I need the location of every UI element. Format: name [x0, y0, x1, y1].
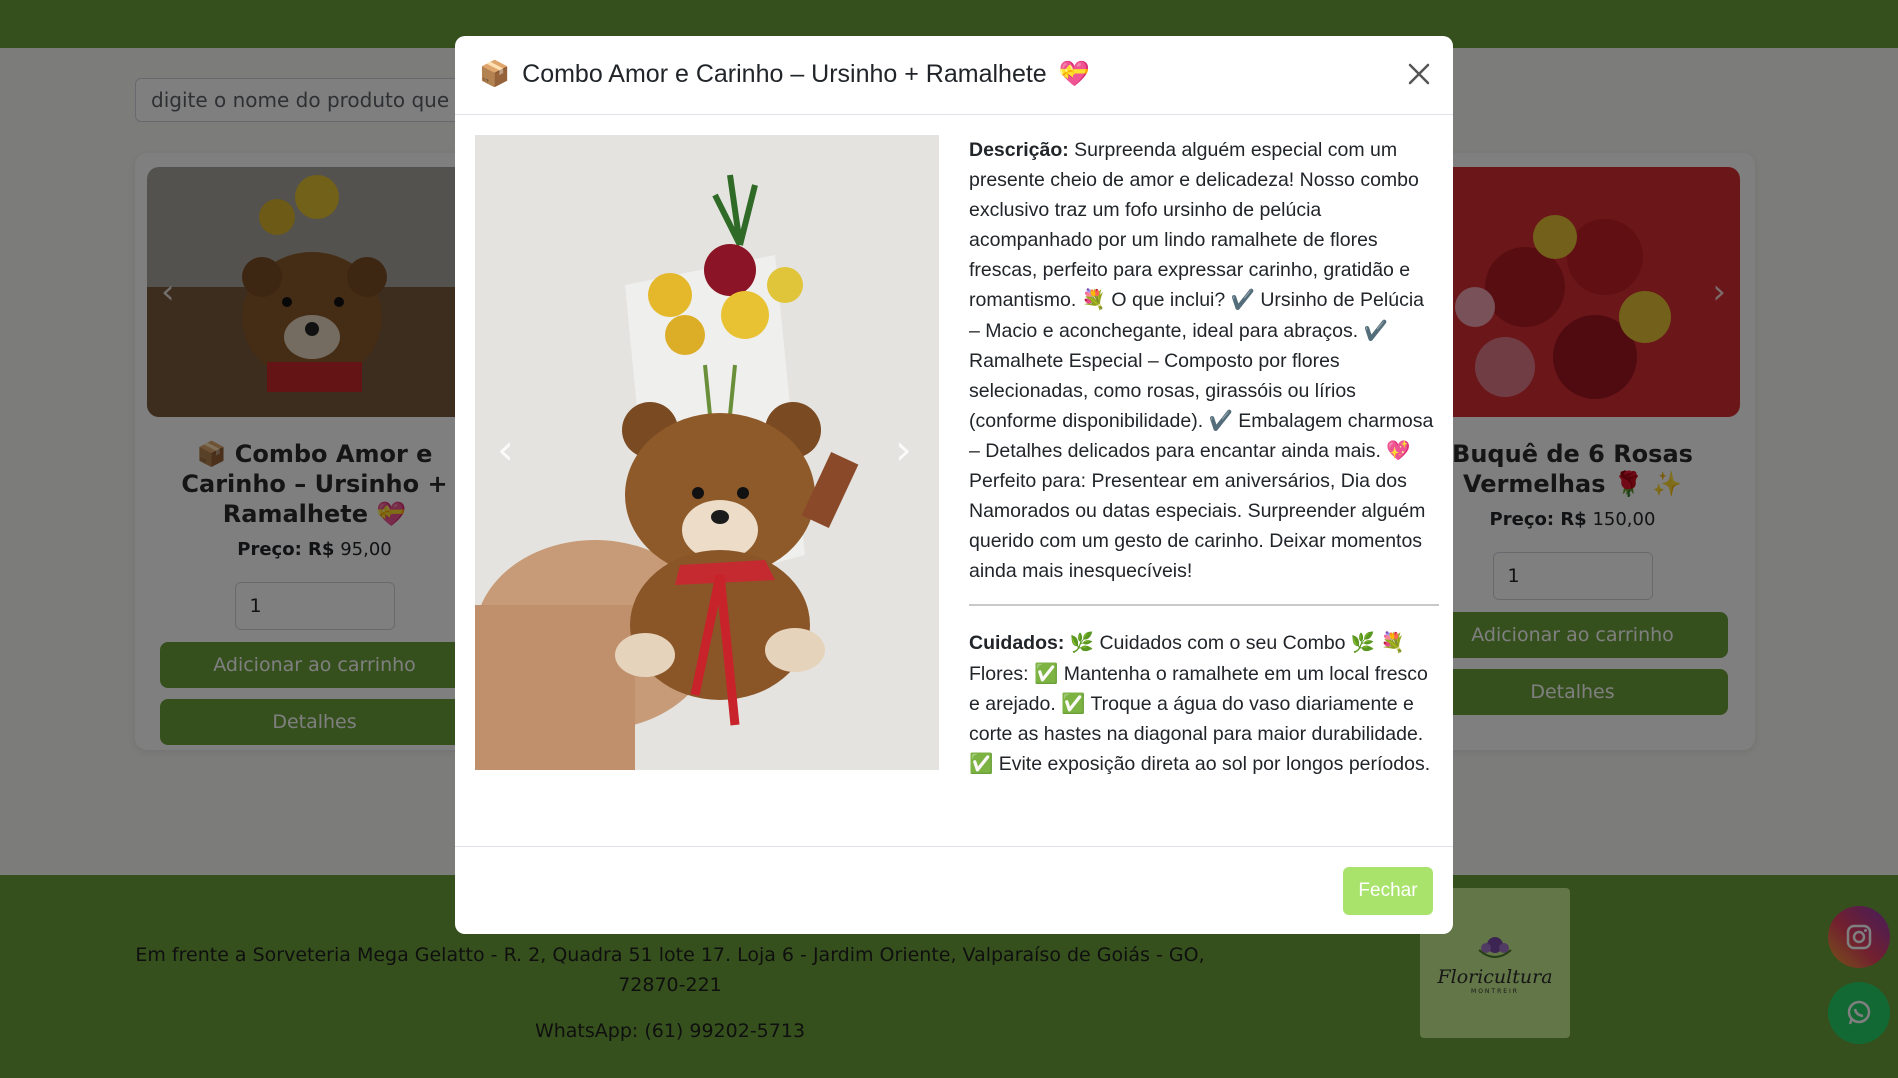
carousel-next-icon[interactable]: ›	[895, 425, 912, 474]
product-details-modal: 📦 Combo Amor e Carinho – Ursinho + Ramal…	[455, 36, 1453, 934]
product-description: Descrição: Surpreenda alguém especial co…	[969, 139, 1434, 583]
product-photo-carousel[interactable]: ‹ ›	[475, 135, 939, 770]
product-care: Cuidados: 🌿 Cuidados com o seu Combo 🌿 💐…	[969, 632, 1431, 775]
modal-footer: Fechar	[455, 846, 1453, 934]
modal-title: 📦 Combo Amor e Carinho – Ursinho + Ramal…	[479, 60, 1090, 88]
package-icon: 📦	[479, 60, 511, 88]
carousel-prev-icon[interactable]: ‹	[497, 425, 514, 474]
modal-header: 📦 Combo Amor e Carinho – Ursinho + Ramal…	[455, 36, 1453, 115]
close-icon[interactable]	[1403, 58, 1435, 90]
divider	[969, 604, 1439, 607]
product-details-text: Descrição: Surpreenda alguém especial co…	[969, 135, 1439, 779]
heart-gift-icon: 💝	[1058, 60, 1090, 88]
close-button[interactable]: Fechar	[1343, 867, 1433, 915]
